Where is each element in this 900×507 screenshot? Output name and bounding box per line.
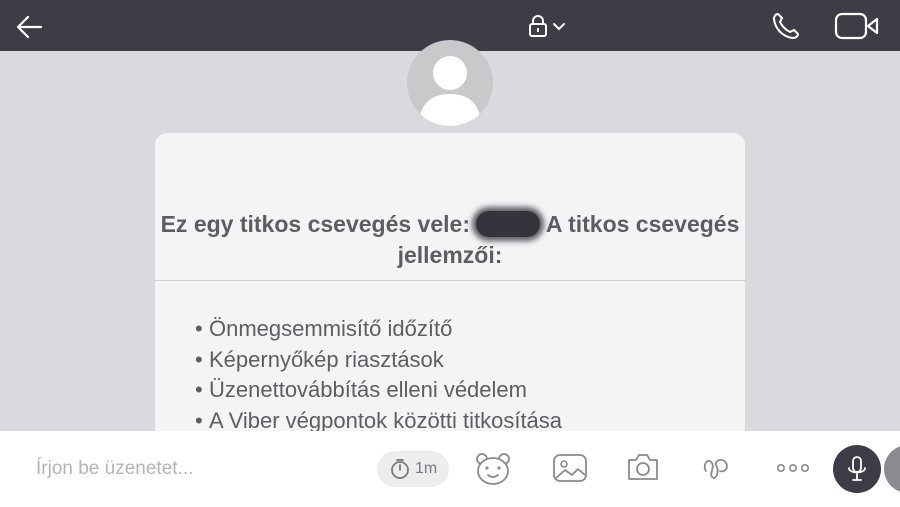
feature-list: • Önmegsemmisítő időzítő • Képernyőkép ria…: [195, 314, 562, 436]
default-avatar-icon: [419, 56, 481, 126]
self-destruct-timer-button[interactable]: 1m: [377, 451, 449, 487]
doodle-icon[interactable]: [700, 451, 734, 485]
stopwatch-icon: [391, 459, 409, 479]
secret-chat-title: Ez egy titkos csevegés vele: A titkos cs…: [155, 209, 745, 271]
card-divider: [155, 280, 745, 281]
sticker-bear-icon[interactable]: [474, 450, 512, 488]
secret-chat-title-before: Ez egy titkos csevegés vele:: [160, 211, 470, 237]
feature-item: • Üzenettovábbítás elleni védelem: [195, 377, 527, 402]
chevron-down-icon: [553, 23, 565, 31]
message-input[interactable]: Írjon be üzenetet...: [36, 458, 193, 480]
redacted-contact-name: [476, 211, 541, 237]
partial-action-button[interactable]: [884, 445, 900, 493]
chat-title-toggle[interactable]: [526, 14, 572, 40]
feature-item: • Önmegsemmisítő időzítő: [195, 316, 453, 341]
video-camera-icon[interactable]: [834, 12, 880, 40]
voice-message-button[interactable]: [833, 445, 881, 493]
contact-avatar: [407, 40, 493, 126]
image-icon[interactable]: [552, 452, 588, 484]
message-composer: Írjon be üzenetet... 1m: [0, 431, 900, 507]
arrow-left-icon[interactable]: [14, 12, 44, 42]
camera-icon[interactable]: [625, 450, 661, 484]
lock-icon: [529, 15, 547, 37]
microphone-icon: [848, 456, 866, 481]
feature-item: • Képernyőkép riasztások: [195, 346, 444, 372]
more-dots-icon[interactable]: [776, 462, 810, 474]
timer-label: 1m: [415, 460, 438, 477]
phone-icon[interactable]: [770, 10, 802, 42]
secret-chat-info-card: Ez egy titkos csevegés vele: A titkos cs…: [155, 133, 745, 469]
